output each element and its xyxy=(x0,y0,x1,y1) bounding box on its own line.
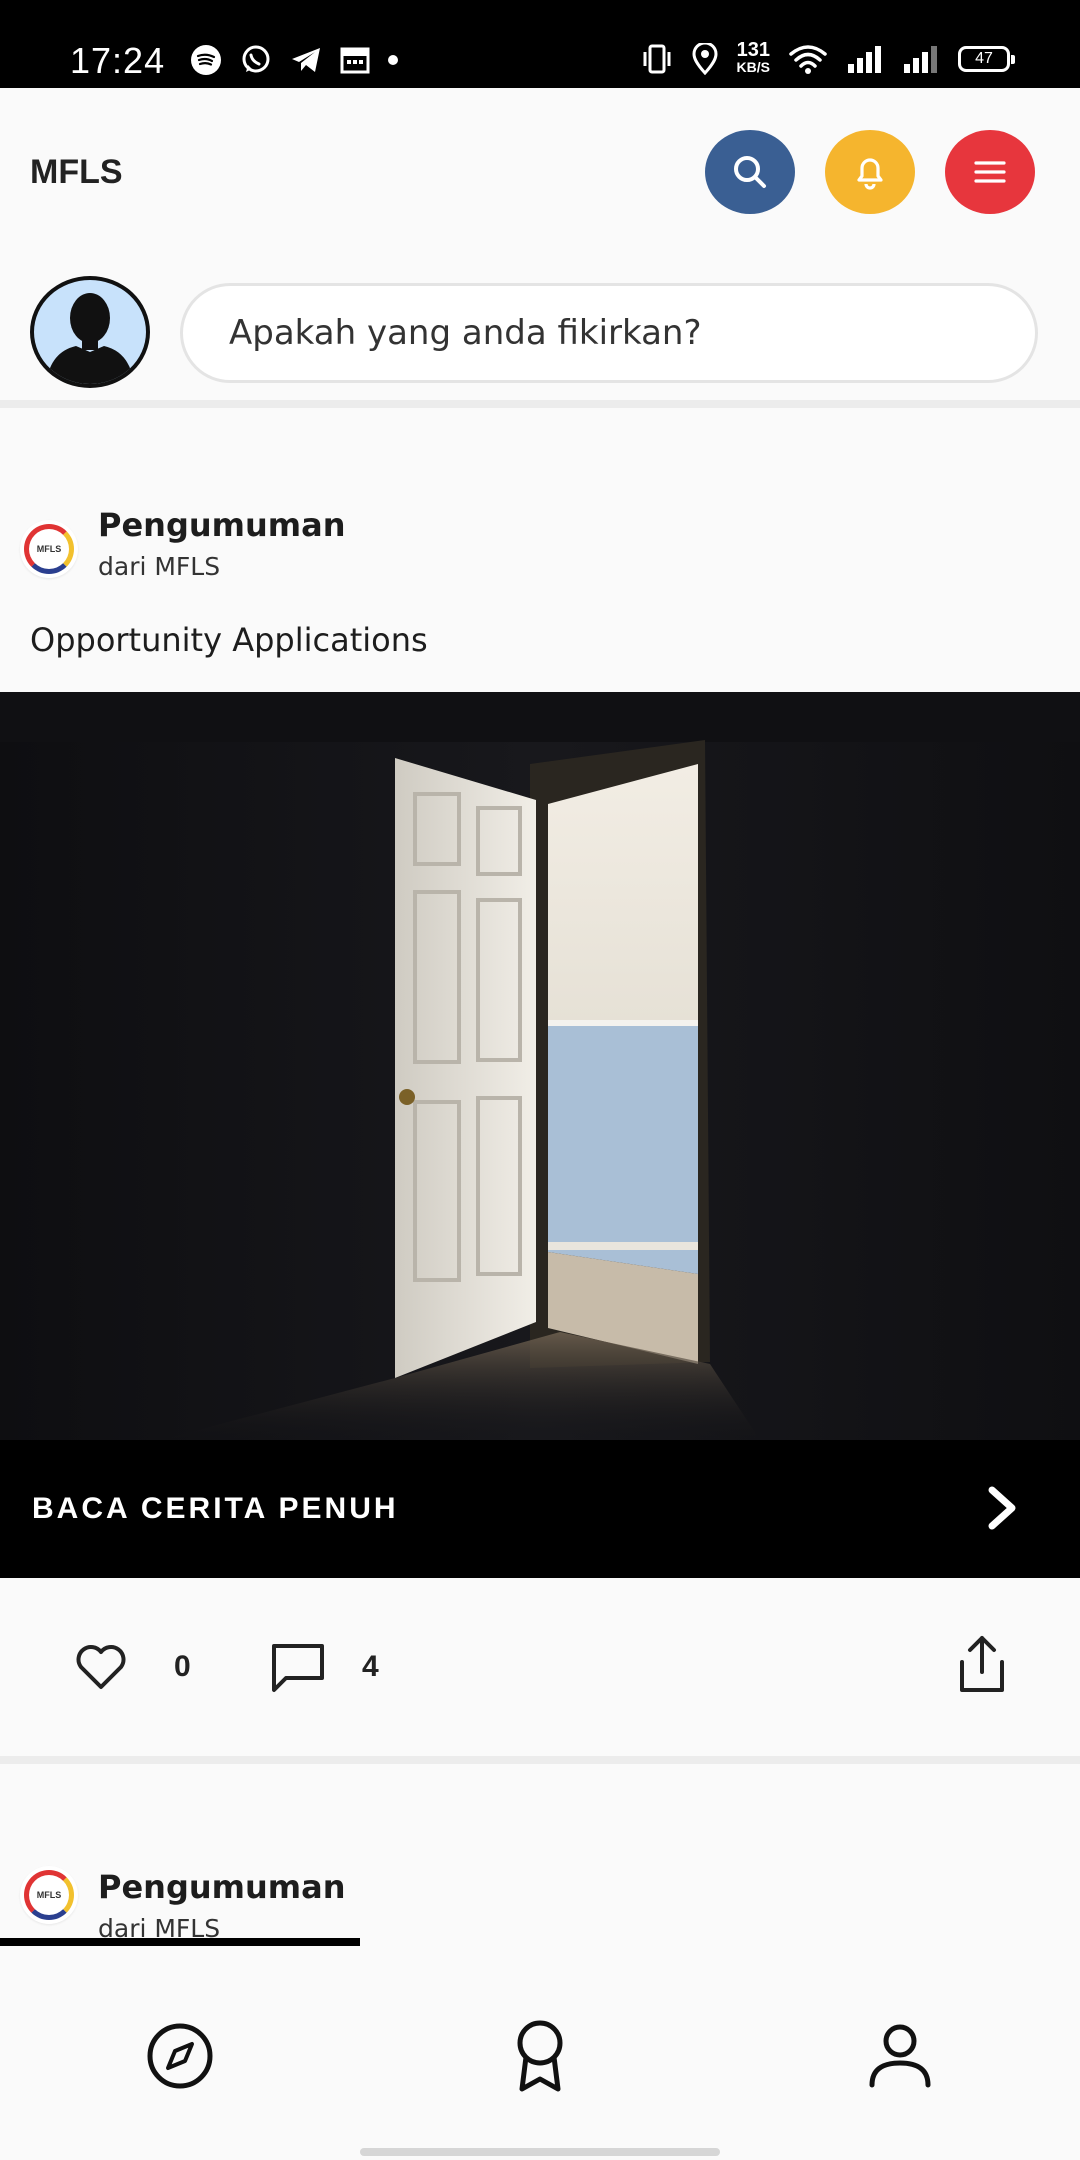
comment-count: 4 xyxy=(362,1650,379,1683)
search-icon xyxy=(734,156,766,188)
menu-button[interactable] xyxy=(945,130,1035,214)
status-time: 17:24 xyxy=(70,40,166,81)
calendar-icon xyxy=(340,47,370,74)
whatsapp-icon xyxy=(242,45,270,73)
post-title[interactable]: Pengumuman xyxy=(98,1868,345,1906)
open-door-image xyxy=(0,692,1080,1440)
like-count: 0 xyxy=(174,1650,191,1683)
comment-icon[interactable] xyxy=(270,1642,326,1694)
mfls-logo[interactable]: MFLS xyxy=(20,1866,78,1924)
signal-icon xyxy=(848,46,881,73)
mfls-logo-ring: MFLS xyxy=(24,524,74,574)
battery-icon: 47 xyxy=(958,46,1015,72)
wifi-icon xyxy=(789,45,827,74)
nav-profile[interactable] xyxy=(860,2016,940,2096)
nav-explore[interactable] xyxy=(140,2016,220,2096)
compass-icon xyxy=(147,2023,213,2089)
search-button[interactable] xyxy=(705,130,795,214)
mfls-logo-ring: MFLS xyxy=(24,1870,74,1920)
signal-icon xyxy=(904,46,937,73)
net-speed: 131 KB/S xyxy=(736,39,770,75)
post-text: Opportunity Applications xyxy=(30,621,428,659)
notification-dot-icon xyxy=(388,55,398,65)
vibrate-icon xyxy=(643,44,671,74)
avatar[interactable] xyxy=(30,276,150,388)
menu-icon xyxy=(974,161,1006,183)
status-input[interactable] xyxy=(180,283,1038,383)
post-actions: 0 4 xyxy=(0,1578,1080,1764)
bottom-navigation xyxy=(0,1946,1080,2160)
chevron-right-icon xyxy=(988,1486,1016,1530)
award-icon xyxy=(517,2020,563,2092)
post-title[interactable]: Pengumuman xyxy=(98,506,345,544)
nav-awards[interactable] xyxy=(500,2016,580,2096)
mfls-logo[interactable]: MFLS xyxy=(20,520,78,578)
telegram-icon xyxy=(292,48,320,72)
post-header: MFLS Pengumuman dari MFLS xyxy=(0,506,1080,596)
scroll-indicator xyxy=(0,1938,360,1946)
home-indicator[interactable] xyxy=(360,2148,720,2156)
location-icon xyxy=(692,43,718,75)
read-full-story-button[interactable]: BACA CERITA PENUH xyxy=(0,1440,1080,1578)
app-title: MFLS xyxy=(30,153,123,191)
post-composer xyxy=(0,258,1080,408)
read-full-story-label: BACA CERITA PENUH xyxy=(32,1492,399,1525)
post-card: MFLS Pengumuman dari MFLS Opportunity Ap… xyxy=(0,416,1080,1764)
heart-icon[interactable] xyxy=(74,1642,128,1692)
app-header: MFLS xyxy=(0,88,1080,258)
bell-icon xyxy=(857,158,883,190)
post-subtitle: dari MFLS xyxy=(98,552,221,581)
notifications-button[interactable] xyxy=(825,130,915,214)
profile-icon xyxy=(869,2024,931,2088)
share-icon[interactable] xyxy=(956,1634,1008,1694)
post-image[interactable] xyxy=(0,692,1080,1440)
post-card: MFLS Pengumuman dari MFLS xyxy=(0,1764,1080,1944)
status-bar: 17:24 131 KB/S 47 xyxy=(0,0,1080,88)
user-silhouette-icon xyxy=(46,293,134,384)
spotify-icon xyxy=(191,45,221,75)
